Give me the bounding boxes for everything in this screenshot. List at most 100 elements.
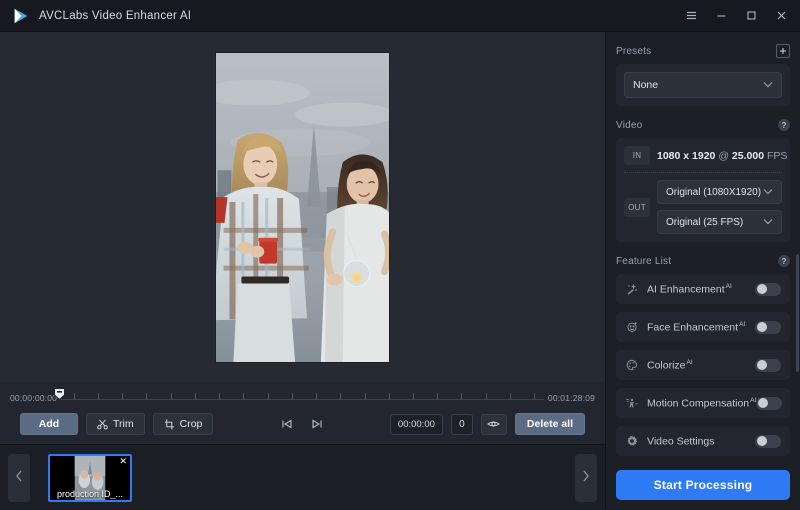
- video-card: IN 1080 x 1920 @ 25.000 FPS OUT Original…: [616, 138, 790, 242]
- in-at-symbol: @: [718, 149, 729, 162]
- feature-toggle[interactable]: [755, 320, 781, 334]
- feature-label: Video Settings: [647, 435, 715, 448]
- start-processing-button[interactable]: Start Processing: [616, 470, 790, 500]
- chevron-down-icon: [763, 217, 773, 228]
- list-item-label: production ID_...: [56, 488, 124, 499]
- trim-button-label: Trim: [113, 418, 134, 430]
- eye-icon[interactable]: [480, 413, 507, 435]
- preset-select[interactable]: None: [624, 72, 782, 98]
- presets-title: Presets: [616, 45, 652, 57]
- skip-previous-icon[interactable]: [276, 413, 298, 435]
- play-triangle-logo-icon: [12, 7, 30, 25]
- video-in-row: IN 1080 x 1920 @ 25.000 FPS: [624, 146, 787, 165]
- video-out-row: OUT Original (1080X1920) Original (25 FP…: [624, 180, 782, 234]
- list-item[interactable]: ✕ production ID_...: [48, 453, 132, 502]
- crop-button-label: Crop: [179, 418, 203, 430]
- app-title: AVCLabs Video Enhancer AI: [39, 9, 192, 22]
- out-framerate-select[interactable]: Original (25 FPS): [657, 210, 782, 234]
- divider: [624, 172, 782, 173]
- preset-select-value: None: [633, 79, 659, 91]
- feature-toggle[interactable]: [755, 358, 781, 372]
- title-bar: AVCLabs Video Enhancer AI: [0, 0, 800, 32]
- playhead-marker-icon[interactable]: [54, 387, 66, 401]
- timeline-ruler[interactable]: [54, 388, 544, 408]
- trim-button[interactable]: Trim: [86, 413, 145, 435]
- strip-prev-button[interactable]: [8, 453, 30, 502]
- maximize-icon[interactable]: [736, 0, 766, 32]
- feature-toggle[interactable]: [755, 434, 781, 448]
- feature-toggle[interactable]: [756, 396, 783, 410]
- out-badge: OUT: [624, 197, 650, 217]
- video-preview[interactable]: [215, 51, 390, 363]
- timeline-track: [59, 399, 544, 400]
- feature-list-title: Feature List: [616, 255, 672, 267]
- sparkle-wand-icon: [625, 283, 639, 295]
- minimize-icon[interactable]: [706, 0, 736, 32]
- settings-scroll-area: Presets None Video ? IN 1080 x 1920 @ 25…: [606, 32, 800, 462]
- feature-toggle[interactable]: [755, 282, 781, 296]
- delete-all-button[interactable]: Delete all: [514, 413, 585, 435]
- app-body: 00:00:00:00 00:01:28:09 Add Trim Crop 00…: [0, 32, 800, 510]
- hamburger-menu-icon[interactable]: [676, 0, 706, 32]
- video-title: Video: [616, 119, 643, 131]
- feature-motion-compensation[interactable]: Motion CompensationAI: [616, 388, 790, 418]
- close-icon[interactable]: ✕: [119, 456, 127, 466]
- feature-label: Motion CompensationAI: [647, 396, 757, 410]
- crop-icon: [164, 418, 175, 430]
- panel-footer: Start Processing: [606, 462, 800, 510]
- delete-all-label: Delete all: [526, 418, 573, 430]
- close-icon[interactable]: [766, 0, 796, 32]
- settings-panel: Presets None Video ? IN 1080 x 1920 @ 25…: [605, 32, 800, 510]
- chevron-down-icon: [763, 79, 773, 91]
- start-processing-label: Start Processing: [653, 478, 753, 492]
- add-button[interactable]: Add: [20, 413, 78, 435]
- panel-scrollbar[interactable]: [796, 254, 799, 372]
- chevron-left-icon: [15, 469, 23, 487]
- feature-face-enhancement[interactable]: Face EnhancementAI: [616, 312, 790, 342]
- help-circle-icon[interactable]: ?: [778, 255, 790, 267]
- strip-next-button[interactable]: [575, 453, 597, 502]
- in-fps-value: 25.000: [731, 149, 765, 162]
- in-badge: IN: [624, 146, 650, 165]
- presets-section-header: Presets: [616, 38, 790, 64]
- skip-next-icon[interactable]: [306, 413, 328, 435]
- feature-list-header: Feature List ?: [616, 248, 790, 274]
- palette-icon: [625, 359, 639, 371]
- feature-video-settings[interactable]: Video Settings: [616, 426, 790, 456]
- motion-icon: [625, 397, 639, 409]
- timeline-ruler-row: 00:00:00:00 00:01:28:09: [10, 388, 595, 408]
- face-icon: [625, 321, 639, 333]
- timeline[interactable]: 00:00:00:00 00:01:28:09 Add Trim Crop 00…: [0, 382, 605, 444]
- editor-toolbar: Add Trim Crop 00:00:00 0 Delete all: [10, 408, 595, 444]
- media-strip: ✕ production ID_...: [0, 444, 605, 510]
- video-preview-area[interactable]: [0, 32, 605, 382]
- timeline-start-time: 00:00:00:00: [10, 393, 58, 403]
- add-button-label: Add: [38, 418, 60, 430]
- feature-colorize[interactable]: ColorizeAI: [616, 350, 790, 380]
- gear-icon: [625, 435, 639, 447]
- video-section-header: Video ?: [616, 112, 790, 138]
- in-resolution: 1080 x 1920: [657, 149, 716, 162]
- crop-button[interactable]: Crop: [152, 413, 214, 435]
- in-value: 1080 x 1920 @ 25.000 FPS: [657, 150, 787, 162]
- feature-label: Face EnhancementAI: [647, 320, 746, 334]
- scissors-icon: [97, 419, 108, 430]
- out-resolution-select[interactable]: Original (1080X1920): [657, 180, 782, 204]
- current-time-field[interactable]: 00:00:00: [389, 413, 443, 435]
- frame-number-field[interactable]: 0: [450, 413, 473, 435]
- feature-label: ColorizeAI: [647, 358, 693, 372]
- window-controls: [676, 0, 796, 32]
- chevron-right-icon: [582, 469, 590, 487]
- presets-card: None: [616, 64, 790, 106]
- app-window: AVCLabs Video Enhancer AI 00:00:00:00 00…: [0, 0, 800, 510]
- out-resolution-value: Original (1080X1920): [666, 186, 762, 198]
- feature-ai-enhancement[interactable]: AI EnhancementAI: [616, 274, 790, 304]
- out-framerate-value: Original (25 FPS): [666, 216, 744, 228]
- add-preset-button[interactable]: [776, 44, 790, 58]
- feature-label: AI EnhancementAI: [647, 282, 732, 296]
- in-fps-unit: FPS: [766, 149, 788, 162]
- chevron-down-icon: [763, 187, 773, 198]
- help-circle-icon[interactable]: ?: [778, 119, 790, 131]
- out-selects: Original (1080X1920) Original (25 FPS): [657, 180, 782, 234]
- media-items: ✕ production ID_...: [30, 453, 575, 502]
